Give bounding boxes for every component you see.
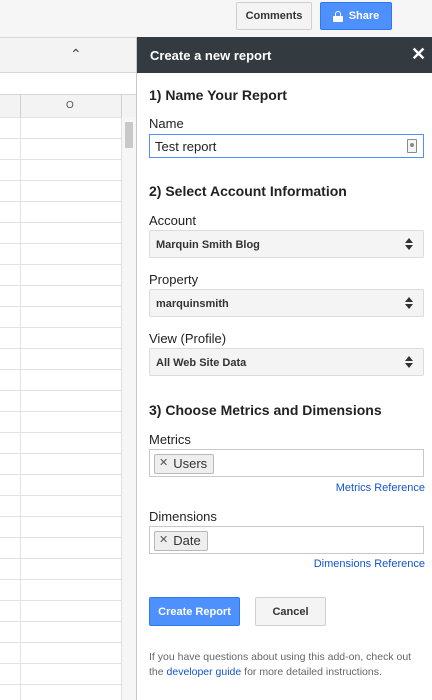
grid-line (0, 621, 121, 622)
spreadsheet-area: ⌃ O (0, 38, 136, 700)
grid-line (0, 432, 121, 433)
collapse-bar: ⌃ (0, 38, 136, 73)
dimensions-reference-link[interactable]: Dimensions Reference (314, 558, 425, 570)
grid-line (0, 516, 121, 517)
grid-line (0, 537, 121, 538)
grid-line (20, 117, 21, 700)
grid-line (0, 327, 121, 328)
grid-line (0, 159, 121, 160)
grid-line (0, 348, 121, 349)
select-arrows-icon (405, 356, 413, 370)
dimension-chip: ✕ Date (154, 530, 208, 551)
grid-line (0, 495, 121, 496)
grid-line (0, 390, 121, 391)
grid-line (0, 474, 121, 475)
vertical-scrollbar[interactable] (121, 117, 136, 700)
scrollbar-thumb[interactable] (125, 122, 133, 148)
metric-chip-label: Users (173, 456, 208, 471)
dimensions-input[interactable]: ✕ Date (149, 526, 424, 554)
grid-line (0, 138, 121, 139)
name-label: Name (149, 116, 184, 131)
grid-line (0, 411, 121, 412)
double-chevron-up-icon[interactable]: ⌃ (70, 47, 82, 61)
grid-line (0, 453, 121, 454)
select-arrows-icon (405, 238, 413, 252)
share-label: Share (348, 10, 380, 22)
dimension-chip-label: Date (173, 533, 201, 548)
section-heading-metrics: 3) Choose Metrics and Dimensions (149, 402, 382, 418)
grid-line (0, 243, 121, 244)
dimensions-label: Dimensions (149, 509, 217, 524)
section-heading-account: 2) Select Account Information (149, 183, 347, 199)
grid-line (0, 117, 121, 118)
contact-card-icon (407, 139, 417, 153)
select-arrows-icon (405, 297, 413, 311)
remove-chip-icon[interactable]: ✕ (159, 458, 168, 469)
top-toolbar: Comments Share (0, 0, 432, 38)
view-select[interactable]: All Web Site Data (149, 348, 424, 376)
close-icon[interactable]: ✕ (411, 45, 426, 63)
comments-button[interactable]: Comments (236, 2, 312, 30)
section-heading-name: 1) Name Your Report (149, 87, 287, 103)
metrics-reference-link[interactable]: Metrics Reference (336, 482, 425, 494)
grid-line (0, 306, 121, 307)
account-select[interactable]: Marquin Smith Blog (149, 230, 424, 258)
grid-line (0, 600, 121, 601)
report-sidebar: Create a new report ✕ 1) Name Your Repor… (136, 37, 432, 700)
remove-chip-icon[interactable]: ✕ (159, 535, 168, 546)
report-name-value: Test report (155, 139, 217, 154)
view-label: View (Profile) (149, 331, 227, 346)
grid-line (0, 369, 121, 370)
help-text: If you have questions about using this a… (149, 651, 412, 678)
grid-line (0, 264, 121, 265)
cancel-button[interactable]: Cancel (255, 597, 326, 626)
property-select[interactable]: marquinsmith (149, 289, 424, 317)
account-label: Account (149, 213, 196, 228)
grid-line (0, 180, 121, 181)
grid-line (0, 642, 121, 643)
column-header-o[interactable]: O (66, 100, 74, 111)
share-button[interactable]: Share (320, 2, 392, 30)
account-value: Marquin Smith Blog (156, 239, 260, 251)
grid-line (0, 222, 121, 223)
lock-icon (332, 10, 343, 22)
grid-line (0, 663, 121, 664)
grid-line (0, 684, 121, 685)
create-report-button[interactable]: Create Report (149, 597, 240, 626)
grid-line (0, 579, 121, 580)
property-label: Property (149, 272, 199, 287)
cell-grid[interactable] (0, 117, 121, 700)
column-header-row: O (0, 94, 136, 118)
grid-line (0, 201, 121, 202)
metric-chip: ✕ Users (154, 453, 215, 474)
report-name-input[interactable]: Test report (149, 134, 424, 158)
sidebar-title: Create a new report (150, 48, 272, 63)
property-value: marquinsmith (156, 298, 229, 310)
metrics-input[interactable]: ✕ Users (149, 449, 424, 477)
grid-line (0, 285, 121, 286)
sidebar-header: Create a new report ✕ (137, 37, 432, 73)
view-value: All Web Site Data (156, 357, 247, 369)
metrics-label: Metrics (149, 432, 191, 447)
grid-line (0, 558, 121, 559)
developer-guide-link[interactable]: developer guide (167, 666, 242, 678)
